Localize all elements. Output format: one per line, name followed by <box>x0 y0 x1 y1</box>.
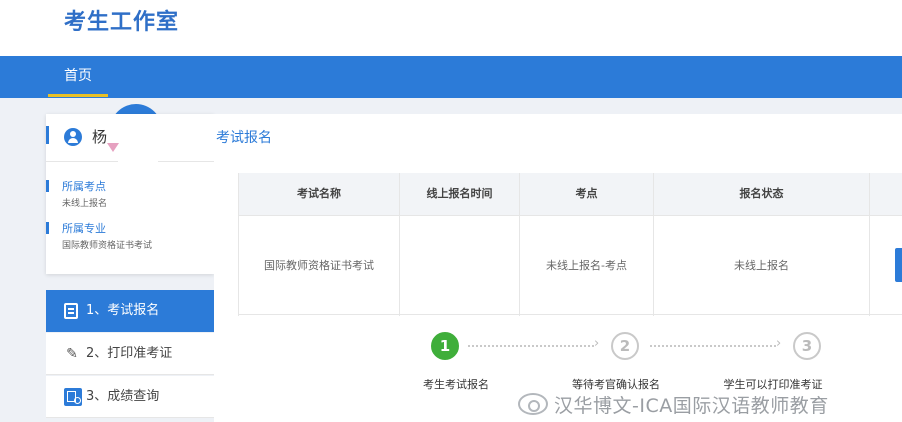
exam-site-value: 未线上报名 <box>62 199 108 209</box>
section-title: 考试报名 <box>216 130 272 146</box>
watermark-text: 汉华博文-ICA国际汉语教师教育 <box>554 394 829 417</box>
exam-site-label: 所属考点 <box>62 180 106 193</box>
major-label: 所属专业 <box>62 222 106 235</box>
major-block: 所属专业 国际教师资格证书考试 <box>46 220 214 260</box>
column-header-action <box>870 173 902 215</box>
exam-site-block: 所属考点 未线上报名 <box>46 178 214 218</box>
query-icon <box>64 388 82 406</box>
column-header-exam-name: 考试名称 <box>238 173 400 215</box>
table-header: 考试名称 线上报名时间 考点 报名状态 <box>238 173 902 215</box>
step-1-label: 考生考试报名 <box>423 378 489 391</box>
column-header-online-time: 线上报名时间 <box>400 173 520 215</box>
menu-item-exam-registration[interactable]: 1、考试报名 <box>46 290 214 332</box>
header: 考生工作室 <box>0 0 902 56</box>
menu-item-label: 2、打印准考证 <box>86 346 173 361</box>
cell-exam-name: 国际教师资格证书考试 <box>238 216 400 316</box>
table-row: 国际教师资格证书考试 未线上报名-考点 未线上报名 <box>238 215 902 316</box>
accent-bar <box>46 222 49 234</box>
accent-bar <box>46 126 49 144</box>
accent-bar <box>46 180 49 192</box>
column-header-status: 报名状态 <box>654 173 870 215</box>
menu-item-label: 3、成绩查询 <box>86 389 160 404</box>
menu-item-label: 1、考试报名 <box>86 303 160 318</box>
menu-item-print-admission[interactable]: ✎ 2、打印准考证 <box>46 333 214 375</box>
document-icon <box>64 303 78 319</box>
nav-active-underline <box>48 94 108 97</box>
step-connector <box>650 345 776 347</box>
chevron-right-icon: › <box>594 336 600 351</box>
cell-online-time <box>400 216 520 316</box>
row-action-button[interactable] <box>895 248 902 282</box>
user-name: 杨 <box>92 128 108 146</box>
major-value: 国际教师资格证书考试 <box>62 241 153 251</box>
column-header-exam-site: 考点 <box>520 173 654 215</box>
user-icon <box>64 128 82 146</box>
watermark: 汉华博文-ICA国际汉语教师教育 <box>518 390 829 418</box>
weibo-icon <box>518 393 548 415</box>
menu-item-score-query[interactable]: 3、成绩查询 <box>46 376 214 418</box>
step-3-circle: 3 <box>793 332 821 360</box>
nav-item-home[interactable]: 首页 <box>48 56 108 98</box>
registration-table: 考试名称 线上报名时间 考点 报名状态 国际教师资格证书考试 未线上报名-考点 … <box>238 173 902 316</box>
step-connector <box>468 345 594 347</box>
cell-exam-site: 未线上报名-考点 <box>520 216 654 316</box>
pencil-icon: ✎ <box>66 346 78 362</box>
avatar-mask <box>118 116 158 164</box>
chevron-right-icon: › <box>776 336 782 351</box>
cell-status: 未线上报名 <box>654 216 870 316</box>
pink-marker-icon <box>107 143 119 152</box>
step-2-circle: 2 <box>611 332 639 360</box>
site-title: 考生工作室 <box>64 10 180 35</box>
step-1-circle: 1 <box>431 332 459 360</box>
top-navbar: 首页 <box>0 56 902 98</box>
